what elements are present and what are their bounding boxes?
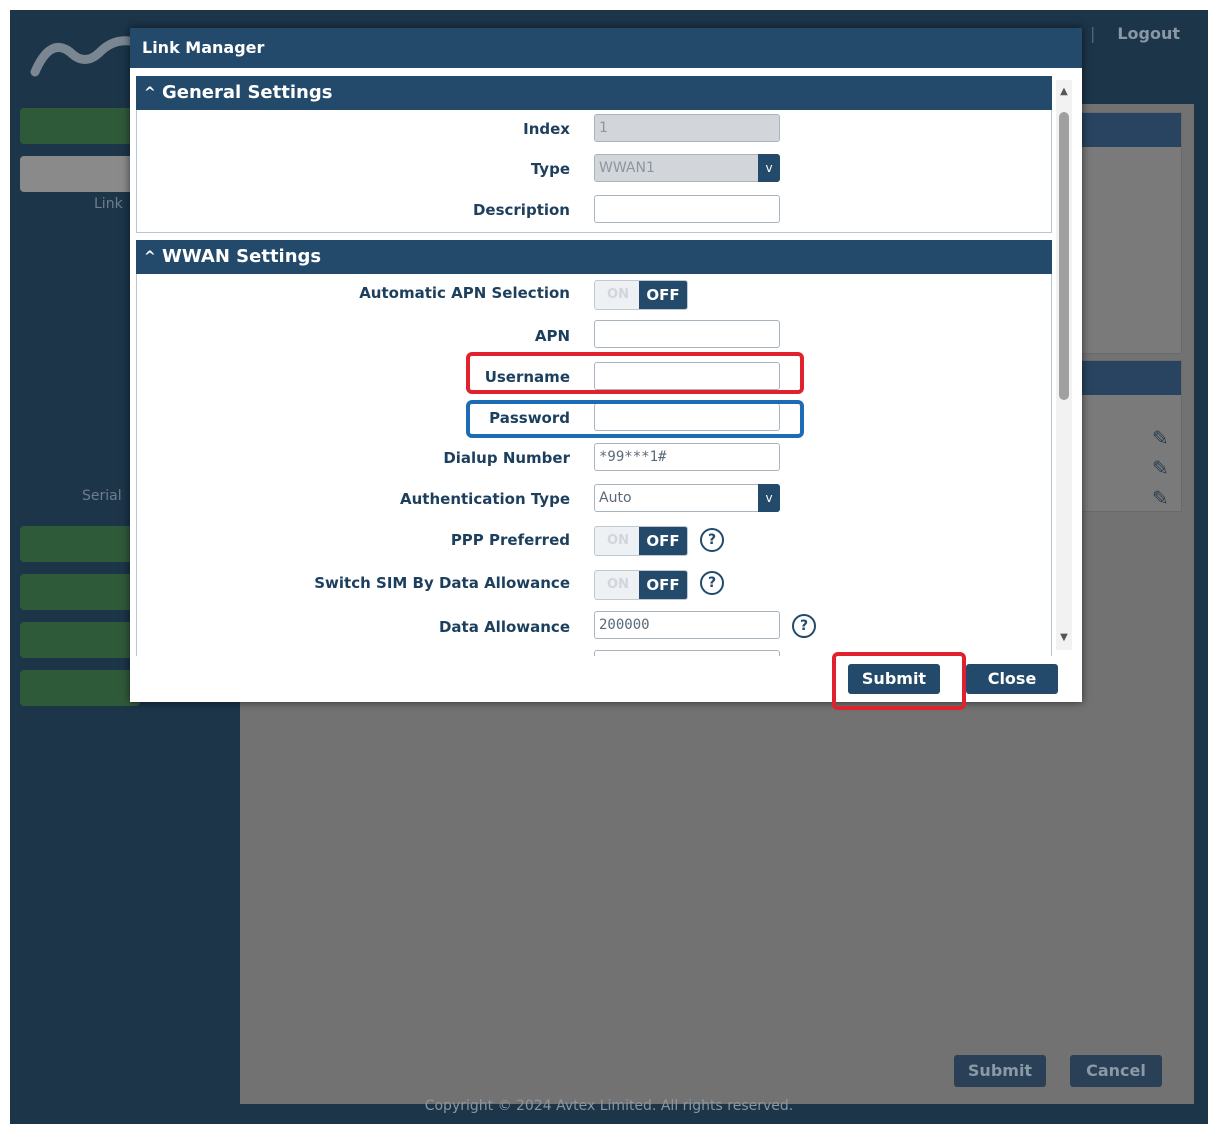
top-links: | Logout bbox=[1090, 24, 1180, 43]
sidebar-menu-item[interactable] bbox=[20, 670, 140, 706]
toggle-off-text: OFF bbox=[639, 527, 687, 555]
type-select: WWAN1 v bbox=[594, 154, 780, 182]
sidebar-menu-item[interactable] bbox=[20, 574, 140, 610]
general-settings-header[interactable]: ^ General Settings bbox=[136, 76, 1052, 110]
copyright-text: Copyright © 2024 Avtex Limited. All righ… bbox=[424, 1098, 794, 1114]
scrollbar-thumb[interactable] bbox=[1059, 112, 1069, 400]
apn-label: APN bbox=[534, 327, 570, 345]
scroll-up-arrow-icon[interactable]: ▲ bbox=[1056, 84, 1072, 100]
help-icon[interactable]: ? bbox=[792, 614, 816, 638]
data-allowance-field[interactable]: 200000 bbox=[594, 611, 780, 639]
sidebar-label-link: Link bbox=[94, 196, 123, 212]
sidebar-label-serial: Serial bbox=[82, 488, 122, 504]
type-value: WWAN1 bbox=[599, 160, 655, 176]
help-icon[interactable]: ? bbox=[700, 571, 724, 595]
background-panel bbox=[1080, 112, 1182, 354]
general-settings-title: General Settings bbox=[162, 82, 333, 103]
toggle-on-text: ON bbox=[607, 577, 629, 592]
description-field[interactable] bbox=[594, 195, 780, 223]
scroll-down-arrow-icon[interactable]: ▼ bbox=[1056, 630, 1072, 646]
edit-icon[interactable]: ✎ bbox=[1152, 488, 1172, 508]
index-label: Index bbox=[523, 120, 570, 138]
page-cancel-button[interactable]: Cancel bbox=[1070, 1055, 1162, 1087]
auth-type-label: Authentication Type bbox=[400, 490, 570, 508]
toggle-on-text: ON bbox=[607, 533, 629, 548]
panel-header bbox=[1081, 361, 1181, 395]
chevron-down-icon: v bbox=[758, 154, 780, 182]
toggle-off-text: OFF bbox=[639, 281, 687, 309]
dialog-title: Link Manager bbox=[130, 28, 1082, 68]
dialog-close-button[interactable]: Close bbox=[966, 664, 1058, 694]
auto-apn-label: Automatic APN Selection bbox=[359, 284, 570, 302]
ppp-preferred-toggle[interactable]: ON OFF bbox=[594, 526, 688, 556]
password-highlight-box bbox=[466, 400, 804, 438]
dialup-number-field[interactable]: *99***1# bbox=[594, 443, 780, 471]
sidebar-menu-item-active[interactable] bbox=[20, 156, 140, 192]
edit-icon[interactable]: ✎ bbox=[1152, 428, 1172, 448]
sidebar-menu-item[interactable] bbox=[20, 622, 140, 658]
type-label: Type bbox=[530, 160, 570, 178]
auto-apn-toggle[interactable]: ON OFF bbox=[594, 280, 688, 310]
wwan-settings-header[interactable]: ^ WWAN Settings bbox=[136, 240, 1052, 274]
description-label: Description bbox=[472, 201, 570, 219]
dialup-number-label: Dialup Number bbox=[443, 449, 570, 467]
edit-icon[interactable]: ✎ bbox=[1152, 458, 1172, 478]
wwan-settings-title: WWAN Settings bbox=[162, 246, 322, 267]
logout-link[interactable]: Logout bbox=[1117, 24, 1180, 43]
apn-field[interactable] bbox=[594, 320, 780, 348]
top-link-separator: | bbox=[1089, 24, 1096, 43]
brand-logo bbox=[30, 36, 140, 77]
chevron-up-icon: ^ bbox=[144, 85, 156, 101]
chevron-up-icon: ^ bbox=[144, 249, 156, 265]
ppp-preferred-label: PPP Preferred bbox=[450, 531, 570, 549]
sidebar-menu-item[interactable] bbox=[20, 526, 140, 562]
switch-sim-label: Switch SIM By Data Allowance bbox=[314, 574, 570, 592]
toggle-off-text: OFF bbox=[639, 571, 687, 599]
chevron-down-icon: v bbox=[758, 484, 780, 512]
help-icon[interactable]: ? bbox=[700, 528, 724, 552]
toggle-on-text: ON bbox=[607, 287, 629, 302]
auth-type-value: Auto bbox=[599, 490, 632, 506]
switch-sim-toggle[interactable]: ON OFF bbox=[594, 570, 688, 600]
sidebar-menu-item[interactable] bbox=[20, 108, 140, 144]
username-highlight-box bbox=[466, 352, 804, 394]
index-field: 1 bbox=[594, 114, 780, 142]
data-allowance-label: Data Allowance bbox=[438, 618, 570, 636]
page-submit-button[interactable]: Submit bbox=[954, 1055, 1046, 1087]
auth-type-select[interactable]: Auto v bbox=[594, 484, 780, 512]
submit-highlight-box bbox=[832, 652, 966, 710]
panel-header bbox=[1081, 113, 1181, 147]
